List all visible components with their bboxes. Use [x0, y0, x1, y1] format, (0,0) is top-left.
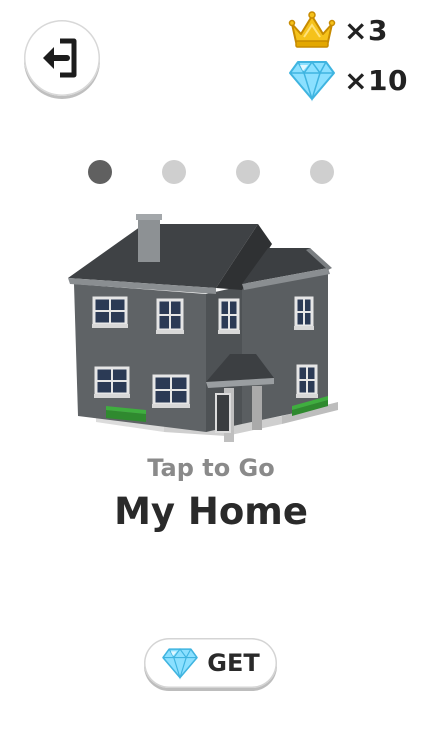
- diamond-icon: [162, 648, 199, 680]
- get-button[interactable]: GET: [144, 638, 277, 688]
- get-button-label: GET: [207, 649, 260, 677]
- page-dot-3[interactable]: [236, 160, 260, 184]
- diamond-icon: [289, 60, 336, 102]
- diamond-counter: ×10: [288, 58, 408, 102]
- page-indicator: [88, 160, 336, 184]
- crown-icon: [288, 11, 336, 48]
- page-dot-2[interactable]: [162, 160, 186, 184]
- crown-counter: ×3: [288, 10, 388, 50]
- exit-door-icon: [43, 38, 77, 78]
- tap-to-go-label: Tap to Go: [147, 454, 275, 482]
- back-button[interactable]: [24, 20, 100, 96]
- house-illustration[interactable]: [66, 210, 348, 450]
- crown-count: ×3: [344, 13, 388, 47]
- page-dot-4[interactable]: [310, 160, 334, 184]
- page-dot-1[interactable]: [88, 160, 112, 184]
- diamond-count: ×10: [344, 63, 408, 97]
- level-title: My Home: [114, 490, 308, 533]
